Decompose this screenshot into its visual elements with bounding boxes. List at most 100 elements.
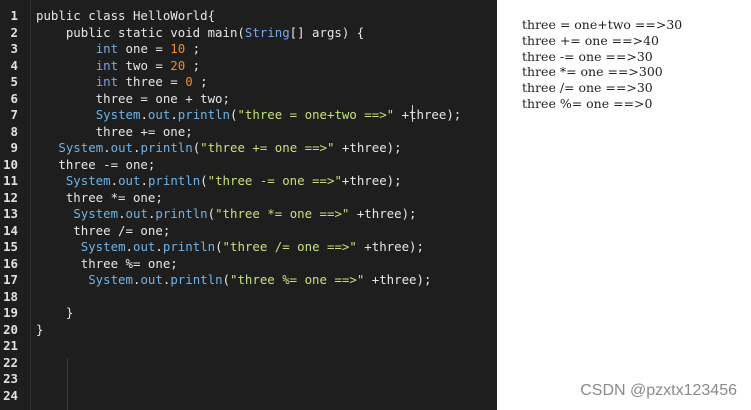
line-number: 14 bbox=[3, 222, 18, 238]
code-text: three /= one; bbox=[36, 223, 170, 240]
code-line[interactable]: 7 System.out.println("three = one+two ==… bbox=[0, 107, 497, 124]
code-line[interactable]: 18 bbox=[0, 289, 497, 306]
code-token: ( bbox=[200, 173, 208, 188]
code-token: } bbox=[36, 321, 44, 337]
code-token: println bbox=[162, 239, 216, 254]
code-token: three = bbox=[118, 74, 186, 89]
code-token: System bbox=[58, 140, 104, 155]
line-number: 24 bbox=[3, 387, 18, 403]
code-text: System.out.println("three -= one ==>"+th… bbox=[36, 173, 402, 190]
code-line[interactable]: 15 System.out.println("three /= one ==>"… bbox=[0, 239, 497, 256]
line-number: 2 bbox=[10, 24, 18, 40]
line-number: 17 bbox=[3, 272, 18, 287]
code-line[interactable]: 8 three += one; bbox=[0, 124, 497, 141]
code-token: [] args) { bbox=[289, 24, 365, 40]
code-token: ( bbox=[237, 24, 245, 40]
code-token: println bbox=[170, 272, 223, 287]
code-line[interactable]: 6 three = one + two; bbox=[0, 91, 497, 108]
code-line[interactable]: 4 int two = 20 ; bbox=[0, 58, 497, 75]
code-token: "three %= one ==>" bbox=[230, 272, 365, 287]
code-text: System.out.println("three += one ==>" +t… bbox=[36, 140, 402, 157]
code-token: . bbox=[140, 173, 148, 188]
console-line: three += one ==>40 bbox=[522, 32, 660, 48]
line-number: 9 bbox=[10, 140, 18, 155]
code-text: } bbox=[36, 322, 43, 339]
code-line[interactable]: 22 bbox=[0, 355, 497, 372]
code-token: int bbox=[95, 57, 119, 73]
code-token: +three); bbox=[356, 239, 424, 254]
code-token: public static void bbox=[36, 24, 208, 40]
code-line[interactable]: 1 public class HelloWorld{ bbox=[0, 8, 497, 25]
code-token: +three); bbox=[364, 272, 432, 287]
console-line: three -= one ==>30 bbox=[522, 48, 653, 64]
line-number: 22 bbox=[3, 354, 18, 370]
code-token: ( bbox=[222, 272, 230, 287]
code-token: main bbox=[207, 24, 238, 40]
code-token: . bbox=[103, 140, 111, 155]
code-token: println bbox=[147, 173, 201, 188]
code-token: ; bbox=[185, 41, 201, 56]
code-token: . bbox=[155, 239, 163, 254]
code-line[interactable]: 11 System.out.println("three -= one ==>"… bbox=[0, 173, 497, 190]
code-token: three /= one; bbox=[36, 222, 171, 238]
console-line: three /= one ==>30 bbox=[522, 80, 653, 96]
code-editor[interactable]: 1 public class HelloWorld{2 public static… bbox=[0, 0, 497, 410]
code-text: int three = 0 ; bbox=[36, 74, 208, 91]
code-text: three %= one; bbox=[36, 256, 178, 273]
code-line[interactable]: 19 } bbox=[0, 305, 497, 322]
code-token: +three); bbox=[341, 173, 402, 188]
code-line[interactable]: 21 bbox=[0, 338, 497, 355]
code-token: "three -= one ==>" bbox=[207, 173, 342, 188]
line-number: 1 bbox=[10, 8, 18, 23]
console-line: three %= one ==>0 bbox=[522, 95, 653, 111]
code-line[interactable]: 20} bbox=[0, 322, 497, 339]
code-line[interactable]: 16 three %= one; bbox=[0, 256, 497, 273]
code-token: System bbox=[95, 107, 141, 122]
code-token: ; bbox=[192, 74, 208, 89]
code-line[interactable]: 3 int one = 10 ; bbox=[0, 41, 497, 58]
line-number: 13 bbox=[3, 206, 18, 221]
line-number: 21 bbox=[3, 338, 18, 353]
code-token: System bbox=[88, 272, 133, 287]
code-line[interactable]: 10 three -= one; bbox=[0, 157, 497, 174]
code-token: . bbox=[170, 107, 178, 122]
code-token: out bbox=[140, 272, 163, 287]
code-token: int bbox=[95, 74, 119, 89]
code-token: +three); bbox=[334, 140, 402, 155]
code-token: ( bbox=[207, 206, 216, 221]
code-text: int two = 20 ; bbox=[36, 58, 200, 75]
code-line[interactable]: 5 int three = 0 ; bbox=[0, 74, 497, 91]
code-text: three -= one; bbox=[36, 157, 155, 174]
code-line[interactable]: 13 System.out.println("three *= one ==>"… bbox=[0, 206, 497, 223]
code-line[interactable]: 23 bbox=[0, 371, 497, 388]
line-number: 6 bbox=[10, 90, 18, 106]
code-token: out bbox=[118, 173, 141, 188]
code-token: int bbox=[95, 41, 119, 56]
code-line[interactable]: 12 three *= one; bbox=[0, 190, 497, 207]
code-token: out bbox=[125, 206, 148, 221]
code-line[interactable]: 2 public static void main(String[] args)… bbox=[0, 25, 497, 42]
code-token: ( bbox=[215, 239, 223, 254]
code-line[interactable]: 9 System.out.println("three += one ==>" … bbox=[0, 140, 497, 157]
line-number: 4 bbox=[10, 57, 18, 73]
code-line[interactable]: 17 System.out.println("three %= one ==>"… bbox=[0, 272, 497, 289]
code-token: "three /= one ==>" bbox=[222, 239, 357, 254]
code-token: "three = one+two ==>" bbox=[237, 107, 395, 122]
code-text: } bbox=[36, 305, 73, 322]
code-token: ; bbox=[185, 57, 201, 73]
code-token: out bbox=[110, 140, 134, 155]
code-token: three *= one; bbox=[36, 189, 163, 205]
code-token: println bbox=[155, 206, 208, 221]
code-token: one = bbox=[118, 41, 171, 56]
line-number: 5 bbox=[10, 74, 18, 89]
code-line[interactable]: 24 bbox=[0, 388, 497, 405]
code-text: System.out.println("three %= one ==>" +t… bbox=[36, 272, 431, 289]
code-line[interactable]: 14 three /= one; bbox=[0, 223, 497, 240]
